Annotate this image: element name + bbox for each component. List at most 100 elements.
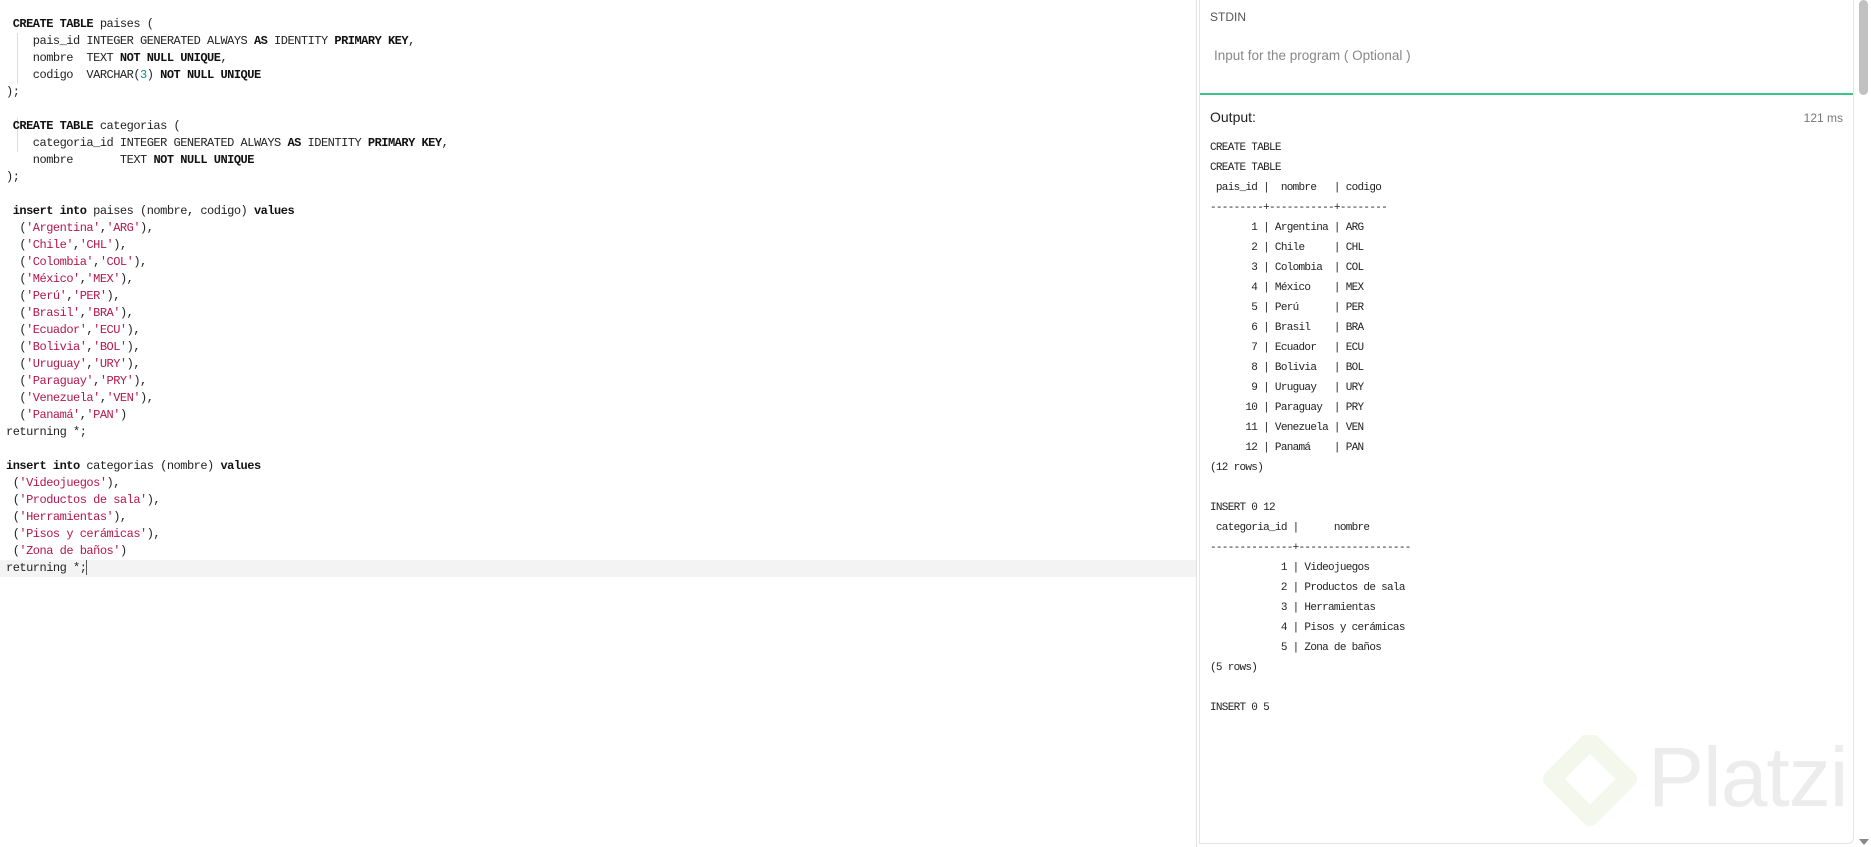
code-text: ( (6, 493, 20, 507)
code-line[interactable]: ('Bolivia','BOL'), (0, 339, 1196, 356)
code-line[interactable]: nombre TEXT NOT NULL UNIQUE, (0, 50, 1196, 67)
code-string: 'Productos de sala' (19, 493, 147, 507)
code-editor[interactable]: CREATE TABLE paises ( pais_id INTEGER GE… (0, 0, 1197, 847)
output-line: 1 | Argentina | ARG (1210, 222, 1364, 234)
code-line[interactable]: ('Brasil','BRA'), (0, 305, 1196, 322)
code-string: 'PAN' (86, 408, 120, 422)
text-cursor (86, 560, 88, 576)
code-string: 'PER' (73, 289, 107, 303)
code-line[interactable]: ('Argentina','ARG'), (0, 220, 1196, 237)
code-line[interactable]: ('Colombia','COL'), (0, 254, 1196, 271)
code-line[interactable]: ); (0, 84, 1196, 101)
code-line[interactable]: categoria_id INTEGER GENERATED ALWAYS AS… (0, 135, 1196, 152)
code-keyword: NOT NULL UNIQUE (119, 51, 221, 65)
code-string: 'México' (26, 272, 80, 286)
code-line[interactable]: ('Uruguay','URY'), (0, 356, 1196, 373)
code-keyword: values (253, 204, 295, 218)
output-line: INSERT 0 5 (1210, 702, 1270, 714)
code-text: ( (6, 391, 27, 405)
output-console: CREATE TABLE CREATE TABLE pais_id | nombr… (1210, 138, 1411, 718)
output-line: (12 rows) (1210, 462, 1264, 474)
code-line[interactable]: pais_id INTEGER GENERATED ALWAYS AS IDEN… (0, 33, 1196, 50)
code-text: nombre TEXT (6, 51, 120, 65)
code-text: ( (6, 408, 27, 422)
code-line[interactable]: insert into categorias (nombre) values (0, 458, 1196, 475)
code-line[interactable] (0, 101, 1196, 118)
code-text: , (99, 221, 107, 235)
code-keyword: CREATE TABLE (6, 119, 94, 133)
code-text: pais_id INTEGER GENERATED ALWAYS (6, 34, 254, 48)
code-text: categoria_id INTEGER GENERATED ALWAYS (6, 136, 288, 150)
output-line: 2 | Productos de sala (1210, 582, 1406, 594)
output-line: 7 | Ecuador | ECU (1210, 342, 1364, 354)
code-line[interactable]: ('Venezuela','VEN'), (0, 390, 1196, 407)
code-text: , (441, 136, 449, 150)
code-line[interactable] (0, 441, 1196, 458)
output-label: Output: (1210, 109, 1256, 125)
code-text: , (99, 391, 107, 405)
scroll-down-arrow-icon[interactable] (1859, 839, 1869, 845)
code-line[interactable] (0, 186, 1196, 203)
scrollbar[interactable] (1856, 0, 1871, 847)
code-text: ) (146, 68, 161, 82)
code-text: ( (6, 527, 20, 541)
code-line[interactable]: CREATE TABLE categorias ( (0, 118, 1196, 135)
code-line[interactable]: ('Videojuegos'), (0, 475, 1196, 492)
code-keyword: AS (287, 136, 301, 150)
code-text: ) (119, 544, 127, 558)
code-line[interactable]: returning *; (0, 560, 1196, 577)
code-line[interactable]: ); (0, 169, 1196, 186)
code-lines[interactable]: CREATE TABLE paises ( pais_id INTEGER GE… (0, 16, 1196, 577)
code-line[interactable]: ('Ecuador','ECU'), (0, 322, 1196, 339)
output-line: 4 | Pisos y cerámicas (1210, 622, 1406, 634)
output-line: CREATE TABLE (1210, 142, 1282, 154)
divider (1200, 93, 1853, 95)
code-text: ( (6, 544, 20, 558)
code-string: 'URY' (93, 357, 127, 371)
scrollbar-thumb[interactable] (1859, 0, 1868, 95)
code-string: 'Argentina' (26, 221, 100, 235)
platzi-logo-text: Platzi (1648, 730, 1848, 824)
output-line: 3 | Colombia | COL (1210, 262, 1364, 274)
code-text: ), (140, 391, 154, 405)
code-text: ), (146, 527, 161, 541)
stdin-input[interactable] (1210, 30, 1838, 80)
code-string: 'ARG' (106, 221, 141, 235)
code-text: nombre TEXT (6, 153, 154, 167)
code-line[interactable]: ('Chile','CHL'), (0, 237, 1196, 254)
code-text: ), (146, 493, 161, 507)
code-line[interactable]: ('Zona de baños') (0, 543, 1196, 560)
output-line: --------------+------------------- (1210, 542, 1411, 554)
output-line: categoria_id | nombre (1210, 522, 1370, 534)
output-line: ---------+-----------+-------- (1210, 202, 1388, 214)
code-line[interactable]: ('Panamá','PAN') (0, 407, 1196, 424)
code-text: ), (126, 340, 141, 354)
output-line: 1 | Videojuegos (1210, 562, 1370, 574)
output-line: 4 | México | MEX (1210, 282, 1364, 294)
code-line[interactable]: insert into paises (nombre, codigo) valu… (0, 203, 1196, 220)
code-line[interactable]: ('Productos de sala'), (0, 492, 1196, 509)
code-line[interactable]: nombre TEXT NOT NULL UNIQUE (0, 152, 1196, 169)
code-text: ), (113, 238, 127, 252)
code-line[interactable]: ('Herramientas'), (0, 509, 1196, 526)
code-text: ( (6, 374, 27, 388)
code-line[interactable]: returning *; (0, 424, 1196, 441)
output-line: CREATE TABLE (1210, 162, 1282, 174)
code-line[interactable]: codigo VARCHAR(3) NOT NULL UNIQUE (0, 67, 1196, 84)
code-line[interactable]: ('Pisos y cerámicas'), (0, 526, 1196, 543)
code-text: ( (6, 255, 27, 269)
code-line[interactable]: CREATE TABLE paises ( (0, 16, 1196, 33)
code-text: returning *; (6, 425, 87, 439)
code-text: , (93, 255, 100, 269)
code-text: ), (113, 510, 127, 524)
code-line[interactable]: ('Paraguay','PRY'), (0, 373, 1196, 390)
code-string: 'Ecuador' (26, 323, 87, 337)
code-line[interactable]: ('Perú','PER'), (0, 288, 1196, 305)
code-text: ), (119, 272, 134, 286)
output-line: 5 | Perú | PER (1210, 302, 1364, 314)
code-text: , (220, 51, 228, 65)
stdin-label: STDIN (1210, 10, 1246, 24)
code-line[interactable]: ('México','MEX'), (0, 271, 1196, 288)
